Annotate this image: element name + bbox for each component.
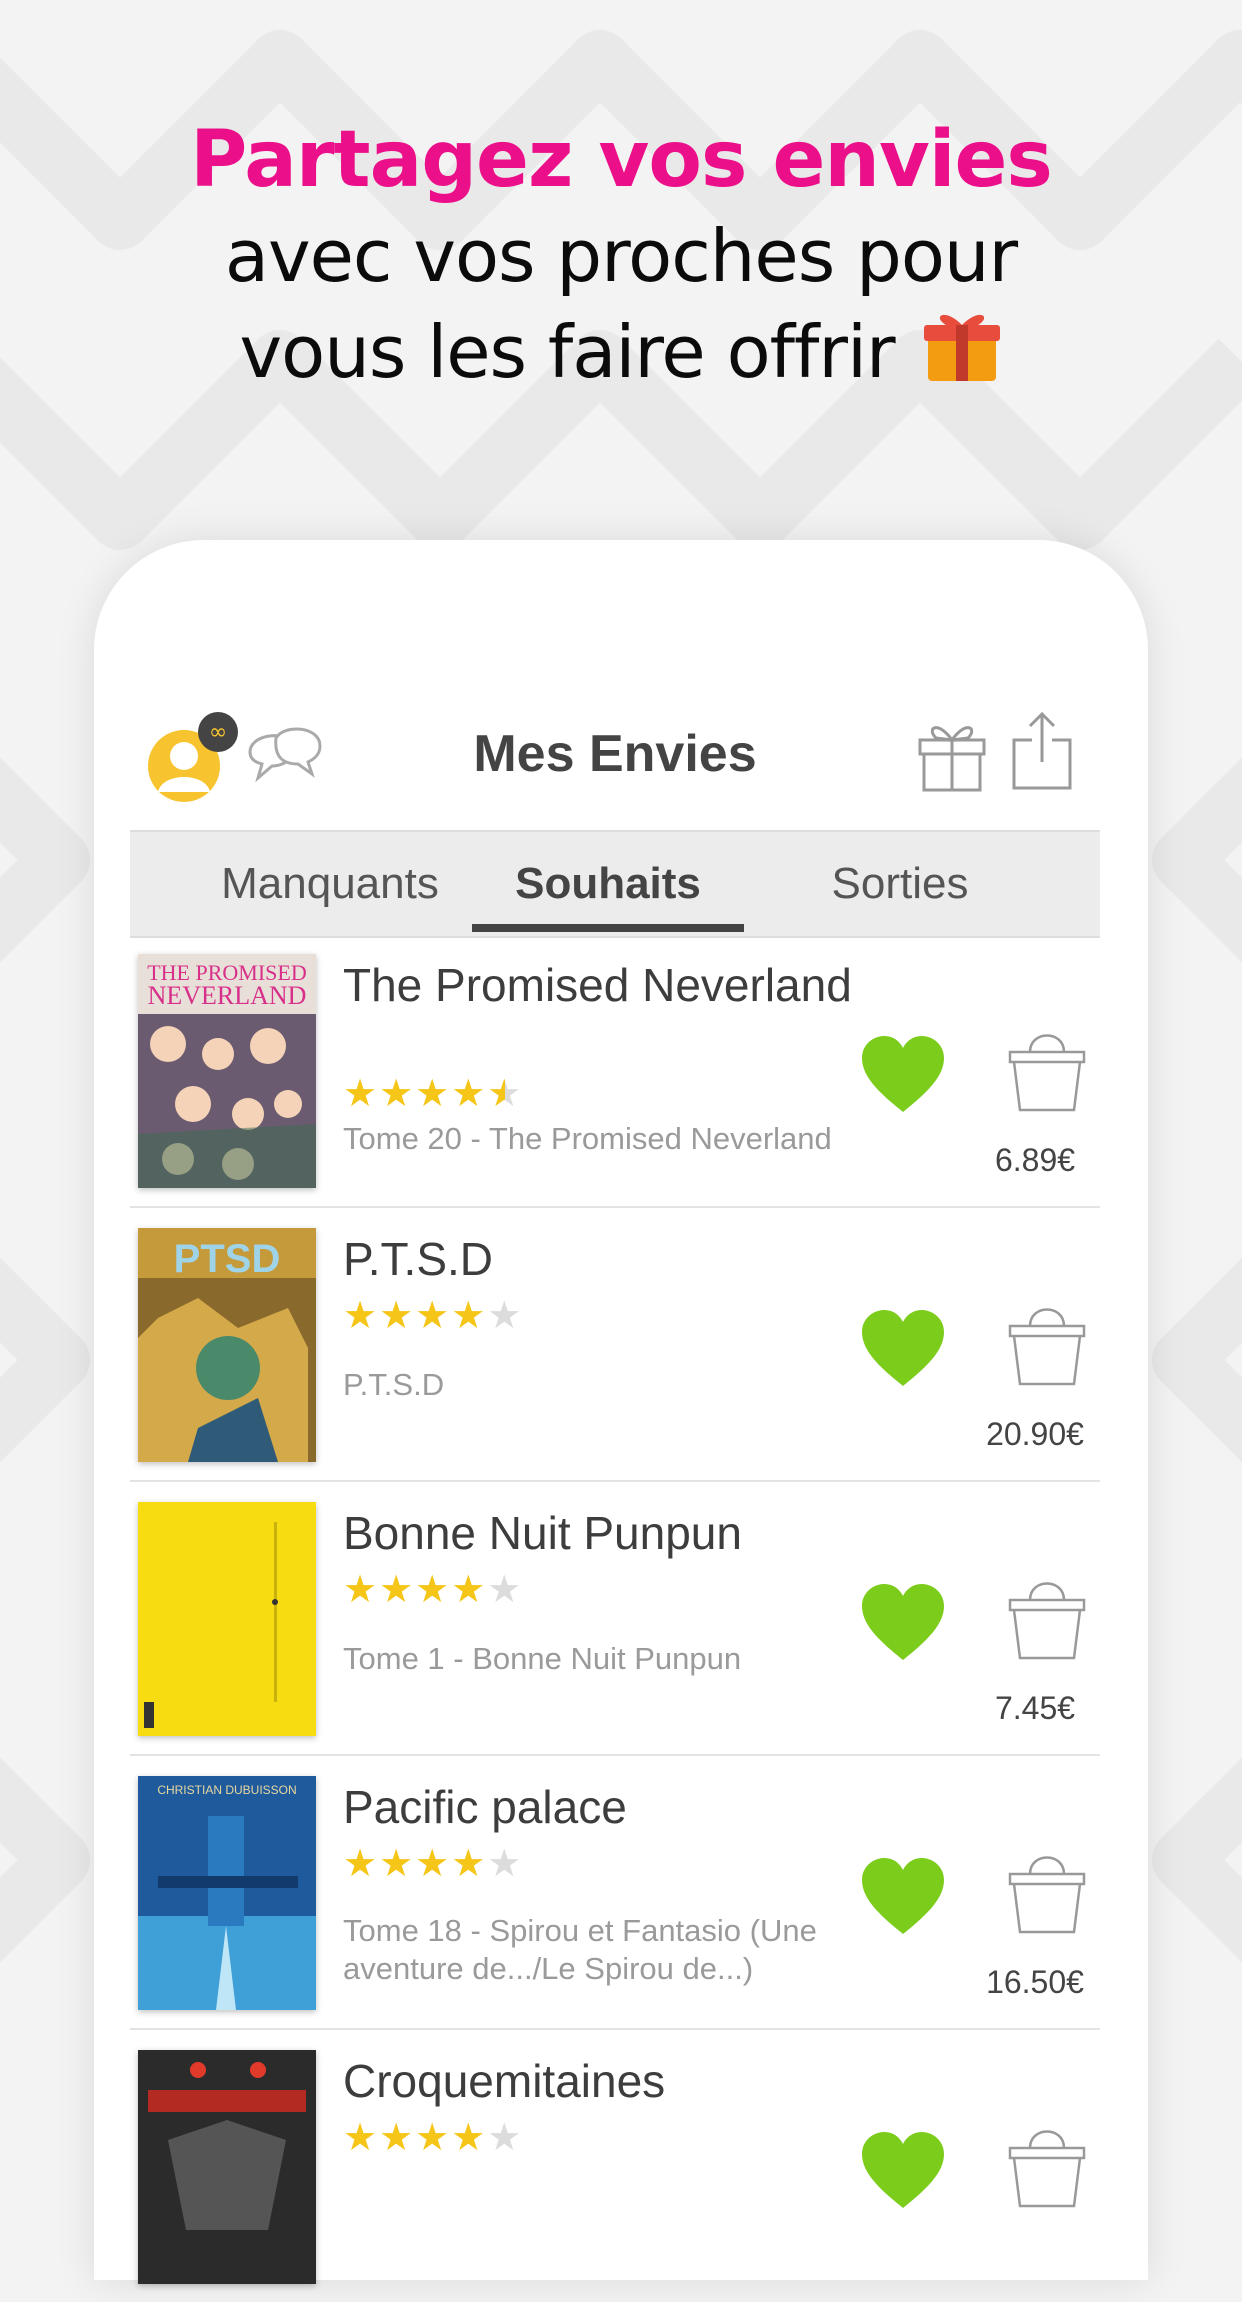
rating-stars: ★★★★★ <box>343 1295 524 1337</box>
rating-stars: ★★★★★ <box>343 1569 524 1611</box>
list-item[interactable]: Croquemitaines ★★★★★ <box>130 2030 1100 2302</box>
book-cover: PTSD <box>138 1228 316 1462</box>
basket-icon[interactable] <box>1006 2120 1088 2210</box>
item-title: The Promised Neverland <box>343 959 852 1011</box>
book-cover <box>138 1502 316 1736</box>
item-subtitle: Tome 1 - Bonne Nuit Punpun <box>343 1641 742 1676</box>
basket-icon[interactable] <box>1006 1024 1088 1114</box>
heart-icon[interactable] <box>860 2130 946 2210</box>
item-subtitle: P.T.S.D <box>343 1367 445 1402</box>
tab-sorties[interactable]: Sorties <box>750 832 1050 936</box>
list-item[interactable]: CHRISTIAN DUBUISSON Pacific palace ★★★★★… <box>130 1756 1100 2030</box>
headline-line-3-text: vous les faire offrir <box>239 310 896 394</box>
heart-icon[interactable] <box>860 1308 946 1388</box>
gift-emoji-icon <box>922 305 1002 385</box>
tab-manquants[interactable]: Manquants <box>210 832 450 936</box>
list-item[interactable]: PTSD P.T.S.D ★★★★★ P.T.S.D 20.90€ <box>130 1208 1100 1482</box>
book-cover: THE PROMISED NEVERLAND <box>138 954 316 1188</box>
tab-souhaits[interactable]: Souhaits <box>472 832 744 936</box>
app-header: ∞ Mes Envies <box>130 700 1100 830</box>
rating-stars: ★★★★★ <box>343 1843 524 1885</box>
basket-icon[interactable] <box>1006 1298 1088 1388</box>
book-cover: CHRISTIAN DUBUISSON <box>138 1776 316 2010</box>
active-tab-indicator <box>472 924 744 932</box>
svg-text:CHRISTIAN DUBUISSON: CHRISTIAN DUBUISSON <box>157 1783 296 1797</box>
share-icon[interactable] <box>1010 710 1074 792</box>
item-price: 16.50€ <box>986 1964 1084 2000</box>
list-item[interactable]: THE PROMISED NEVERLAND The Promised Neve… <box>130 934 1100 1208</box>
book-cover <box>138 2050 316 2284</box>
rating-stars: ★★★★★ <box>343 2117 524 2159</box>
item-price: 6.89€ <box>994 1142 1076 1178</box>
item-title: Pacific palace <box>343 1781 627 1833</box>
rating-stars: ★★★★★ <box>343 1073 524 1115</box>
item-title: Bonne Nuit Punpun <box>343 1507 742 1559</box>
basket-icon[interactable] <box>1006 1572 1088 1662</box>
item-subtitle: Tome 18 - Spirou et Fantasio (Une aventu… <box>343 1913 817 1986</box>
item-title: P.T.S.D <box>343 1233 493 1285</box>
svg-text:NEVERLAND: NEVERLAND <box>148 981 307 1010</box>
headline-line-1: Partagez vos envies <box>190 115 1053 205</box>
item-price: 20.90€ <box>986 1416 1084 1452</box>
headline-line-3: vous les faire offrir <box>0 304 1242 400</box>
gift-icon[interactable] <box>916 712 988 792</box>
heart-icon[interactable] <box>860 1034 946 1114</box>
list-item[interactable]: Bonne Nuit Punpun ★★★★★ Tome 1 - Bonne N… <box>130 1482 1100 1756</box>
heart-icon[interactable] <box>860 1856 946 1936</box>
item-title: Croquemitaines <box>343 2055 666 2107</box>
tab-bar: Manquants Souhaits Sorties <box>130 830 1100 938</box>
promo-headline: Partagez vos envies avec vos proches pou… <box>0 112 1242 400</box>
wishlist: THE PROMISED NEVERLAND The Promised Neve… <box>130 934 1100 2302</box>
heart-icon[interactable] <box>860 1582 946 1662</box>
svg-text:PTSD: PTSD <box>174 1237 281 1281</box>
item-subtitle: Tome 20 - The Promised Neverland <box>343 1121 832 1156</box>
headline-line-2: avec vos proches pour <box>224 214 1018 298</box>
item-price: 7.45€ <box>994 1690 1076 1726</box>
basket-icon[interactable] <box>1006 1846 1088 1936</box>
